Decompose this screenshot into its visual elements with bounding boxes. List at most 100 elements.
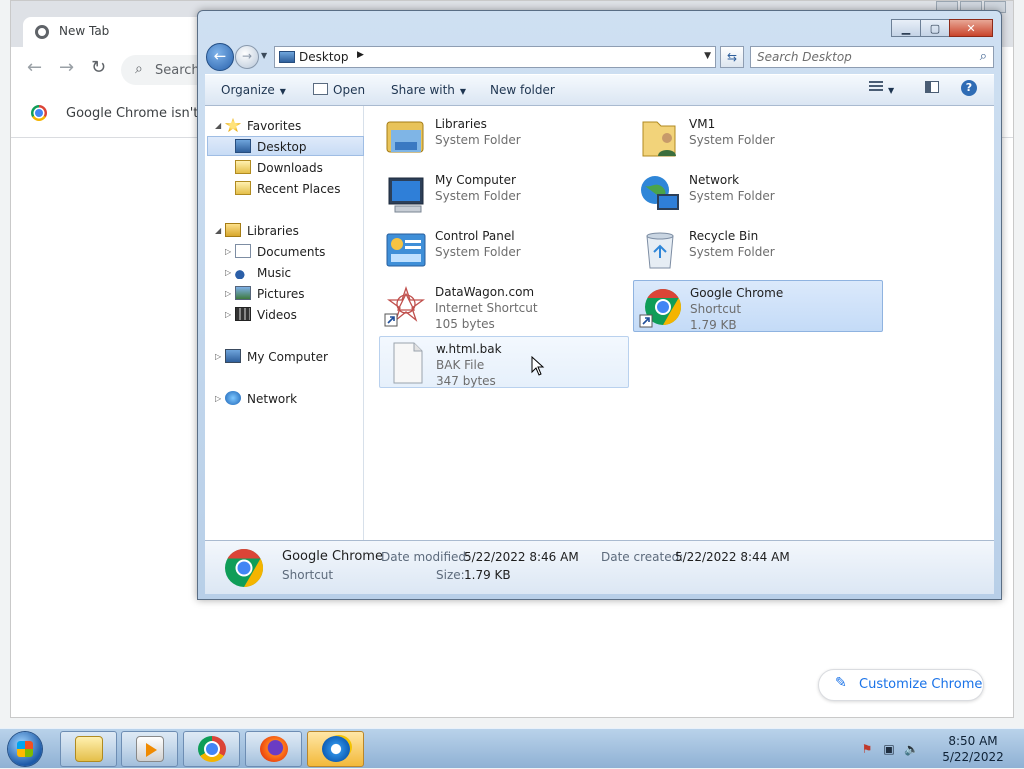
expand-icon[interactable]: ◢ (215, 221, 221, 241)
collapse-arrow-icon[interactable]: ▷ (215, 347, 221, 367)
search-input[interactable] (757, 49, 962, 65)
collapse-arrow-icon[interactable]: ▷ (225, 263, 231, 283)
forward-arrow-icon[interactable]: → (59, 59, 74, 77)
chrome-icon (225, 548, 264, 588)
search-box: ⌕ (750, 46, 994, 68)
music-icon (235, 265, 251, 279)
preview-pane-button[interactable] (925, 81, 939, 96)
nav-my-computer[interactable]: ▷ My Computer (215, 347, 328, 367)
file-name: Libraries (435, 117, 487, 131)
file-item-my-computer[interactable]: My Computer System Folder (379, 168, 629, 220)
breadcrumb-arrow-icon[interactable]: ▶ (357, 50, 364, 60)
open-label: Open (333, 83, 366, 97)
file-item-libraries[interactable]: Libraries System Folder (379, 112, 629, 164)
reload-icon[interactable]: ↻ (91, 59, 106, 77)
libraries-icon (225, 223, 241, 237)
file-type: BAK File (436, 358, 485, 372)
chrome-tab-title: New Tab (59, 24, 110, 38)
libraries-icon (386, 121, 424, 153)
file-item-vm1[interactable]: VM1 System Folder (633, 112, 883, 164)
breadcrumb-desktop[interactable]: Desktop (299, 50, 349, 64)
folder-icon (74, 736, 103, 762)
file-item-w-html-bak[interactable]: w.html.bak BAK File 347 bytes (379, 336, 629, 388)
open-icon (313, 83, 328, 95)
back-button[interactable]: ← (206, 43, 234, 71)
nav-libraries-label: Libraries (247, 224, 299, 238)
search-icon[interactable]: ⌕ (980, 49, 987, 64)
nav-documents-label: Documents (257, 245, 326, 259)
taskbar-google-chrome[interactable] (183, 731, 240, 767)
file-name: DataWagon.com (435, 285, 535, 299)
forward-button[interactable]: → (235, 45, 259, 69)
file-item-google-chrome[interactable]: Google Chrome Shortcut 1.79 KB (633, 280, 883, 332)
file-item-recycle-bin[interactable]: Recycle Bin System Folder (633, 224, 883, 276)
system-tray: ⚑ ▣ 🔈 (860, 735, 919, 763)
nav-videos[interactable]: ▷ Videos (225, 305, 297, 325)
back-arrow-icon[interactable]: ← (27, 59, 42, 77)
nav-pictures[interactable]: ▷ Pictures (225, 284, 305, 304)
customize-chrome-button[interactable]: ✎ Customize Chrome (818, 669, 984, 701)
downloads-folder-icon (235, 160, 251, 174)
details-created-value: 5/22/2022 8:44 AM (675, 550, 790, 564)
file-type: System Folder (435, 245, 521, 259)
file-name: Recycle Bin (689, 229, 759, 243)
nav-desktop[interactable]: Desktop (207, 136, 364, 156)
clock[interactable]: 8:50 AM 5/22/2022 (938, 733, 1008, 765)
details-size-label: Size: (436, 568, 465, 582)
action-center-flag-icon[interactable]: ⚑ (860, 742, 874, 756)
control-panel-icon (386, 233, 426, 267)
new-folder-button[interactable]: New folder (490, 83, 555, 97)
file-name: Network (689, 173, 740, 187)
volume-icon[interactable]: 🔈 (904, 742, 919, 756)
taskbar-windows-explorer[interactable] (60, 731, 117, 767)
collapse-arrow-icon[interactable]: ▷ (225, 284, 231, 304)
file-list: Libraries System Folder VM1 System Folde… (363, 106, 994, 540)
nav-documents[interactable]: ▷ Documents (225, 242, 326, 262)
file-item-network[interactable]: Network System Folder (633, 168, 883, 220)
nav-libraries[interactable]: ◢ Libraries (215, 221, 299, 241)
file-name: w.html.bak (436, 342, 502, 356)
network-status-icon[interactable]: ▣ (882, 742, 896, 756)
chrome-icon (639, 289, 682, 328)
file-size: 347 bytes (436, 374, 496, 388)
preview-pane-icon (925, 81, 939, 93)
details-type: Shortcut (282, 568, 334, 582)
refresh-icon: ⇆ (726, 50, 738, 64)
details-created-label: Date created: (601, 550, 684, 564)
file-type: System Folder (689, 245, 775, 259)
change-view-button[interactable]: ▼ (869, 81, 894, 96)
close-button[interactable]: ✕ (949, 19, 993, 37)
address-dropdown-icon[interactable]: ▼ (704, 51, 711, 61)
recent-pages-dropdown[interactable]: ▼ (261, 51, 267, 60)
share-with-button[interactable]: Share with ▼ (391, 83, 466, 97)
collapse-arrow-icon[interactable]: ▷ (215, 389, 221, 409)
nav-network[interactable]: ▷ Network (215, 389, 297, 409)
taskbar-firefox[interactable] (245, 731, 302, 767)
nav-recent-places[interactable]: Recent Places (235, 179, 340, 199)
taskbar-internet-explorer[interactable] (307, 731, 364, 767)
taskbar-media-player[interactable] (121, 731, 178, 767)
collapse-arrow-icon[interactable]: ▷ (225, 305, 231, 325)
pencil-icon: ✎ (835, 675, 847, 691)
address-bar[interactable]: Desktop ▶ ▼ (274, 46, 716, 68)
maximize-icon: ▢ (929, 21, 941, 35)
expand-icon[interactable]: ◢ (215, 116, 221, 136)
nav-favorites[interactable]: ◢ Favorites (215, 116, 301, 136)
clock-date: 5/22/2022 (942, 750, 1004, 764)
collapse-arrow-icon[interactable]: ▷ (225, 242, 231, 262)
network-icon (225, 391, 241, 405)
organize-button[interactable]: Organize ▼ (221, 83, 286, 97)
desktop-icon (235, 139, 251, 153)
nav-music[interactable]: ▷ Music (225, 263, 291, 283)
nav-downloads[interactable]: Downloads (235, 158, 323, 178)
refresh-button[interactable]: ⇆ (720, 46, 744, 68)
file-item-control-panel[interactable]: Control Panel System Folder (379, 224, 629, 276)
minimize-button[interactable]: ▁ (891, 19, 921, 37)
file-item-datawagon[interactable]: DataWagon.com Internet Shortcut 105 byte… (379, 280, 629, 332)
user-folder-icon (642, 121, 676, 157)
start-button[interactable] (4, 729, 46, 769)
maximize-button[interactable]: ▢ (920, 19, 950, 37)
help-button[interactable]: ? (961, 80, 977, 96)
file-type: System Folder (689, 133, 775, 147)
open-button[interactable]: Open (313, 83, 365, 97)
